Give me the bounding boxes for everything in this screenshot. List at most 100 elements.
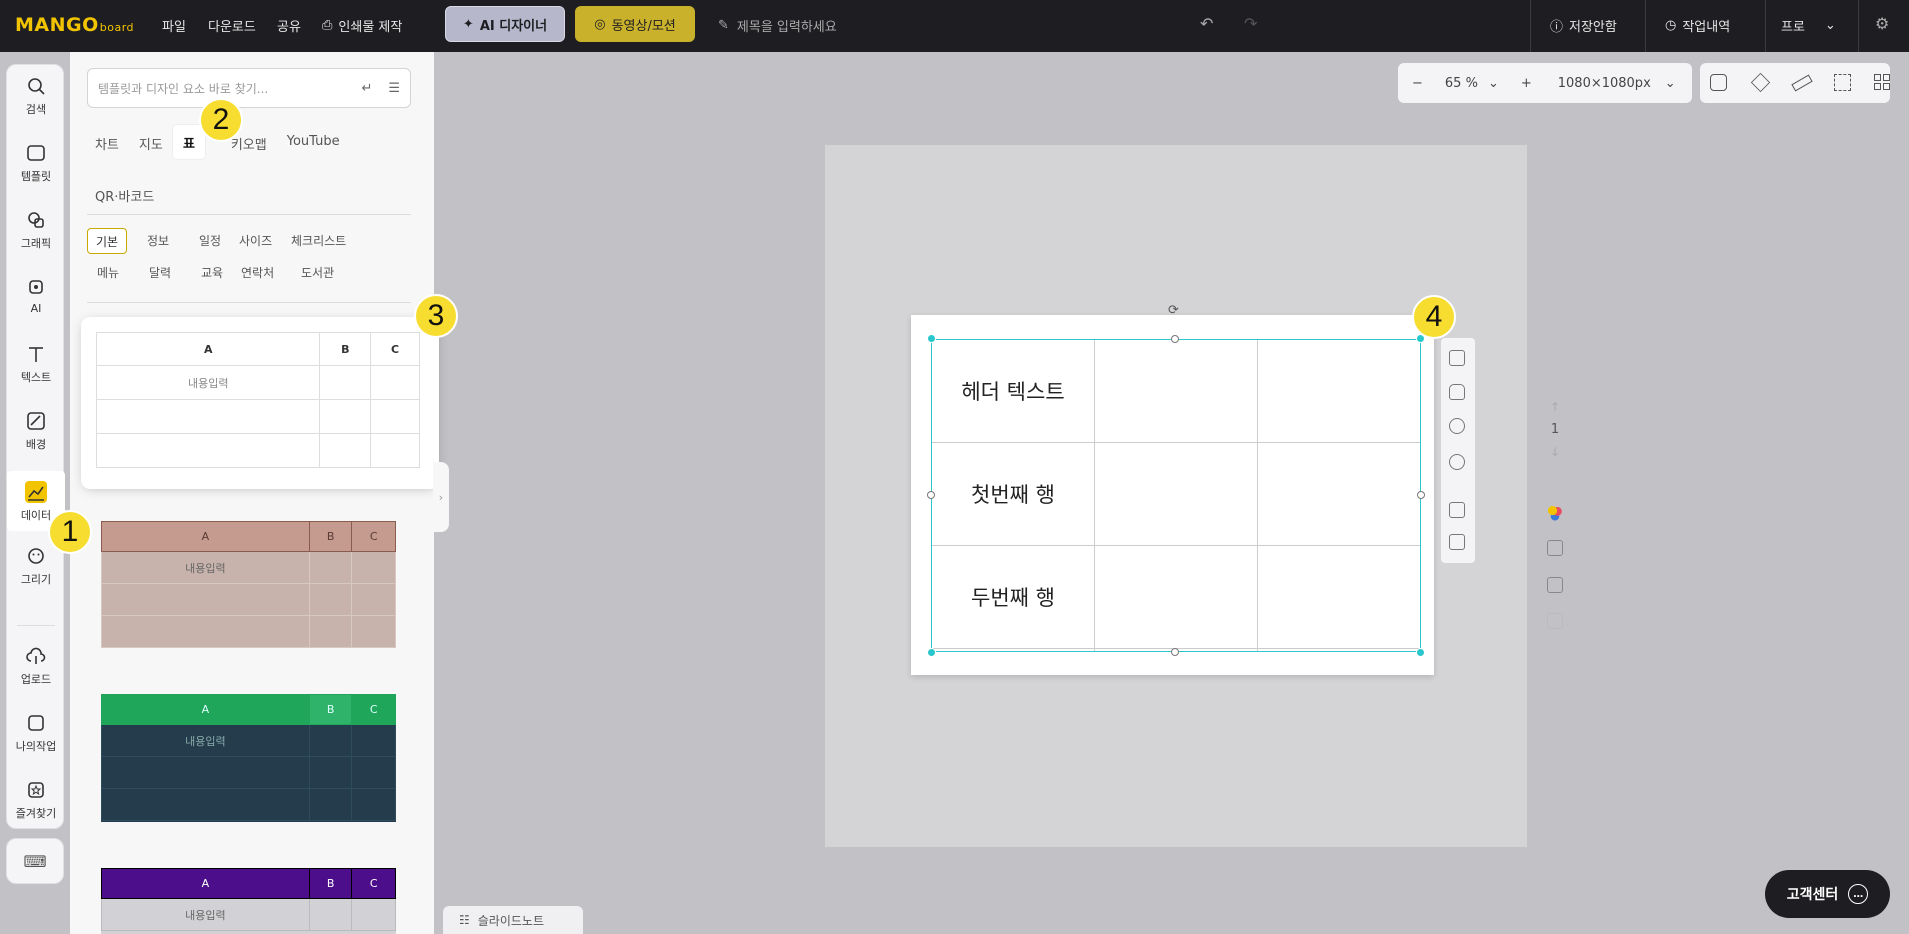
delete-page-icon[interactable] — [1547, 613, 1563, 629]
arrow-up-icon[interactable]: ↑ — [1540, 400, 1570, 414]
sticker-icon[interactable] — [1710, 74, 1727, 91]
menu-share[interactable]: 공유 — [277, 16, 301, 35]
resize-handle[interactable] — [1417, 491, 1425, 499]
divider — [1530, 0, 1531, 52]
add-page-icon[interactable] — [1547, 577, 1563, 593]
chevron-down-icon[interactable]: ⌄ — [1665, 76, 1676, 91]
nav-my-work[interactable]: 나의작업 — [7, 702, 65, 762]
selected-table[interactable]: 헤더 텍스트 첫번째 행 두번째 행 — [931, 339, 1421, 653]
tab-youtube[interactable]: YouTube — [287, 134, 340, 153]
settings-icon[interactable] — [1449, 454, 1465, 470]
nav-favorites[interactable]: 즐겨찾기 — [7, 769, 65, 829]
keyboard-shortcut-button[interactable]: ⌨ — [6, 838, 64, 884]
filter-icon[interactable]: ☰ — [388, 81, 400, 96]
nav-text[interactable]: 텍스트 — [7, 333, 65, 393]
lock-icon[interactable] — [1449, 384, 1465, 400]
resize-handle[interactable] — [1171, 335, 1179, 343]
ai-designer-button[interactable]: ✦ AI 디자이너 — [445, 6, 565, 42]
ruler-icon[interactable] — [1791, 74, 1813, 92]
table-template-purple[interactable]: ABC 내용입력 — [101, 868, 396, 934]
nav-separator — [17, 625, 55, 626]
menu-download[interactable]: 다운로드 — [208, 16, 256, 35]
grid-icon[interactable] — [1874, 74, 1881, 81]
ai-chip-icon — [29, 280, 43, 294]
zoom-out-icon[interactable]: − — [1412, 76, 1423, 91]
crop-icon[interactable] — [1834, 74, 1851, 91]
redo-icon[interactable]: ↷ — [1244, 14, 1257, 33]
table-cell[interactable] — [1257, 441, 1421, 546]
table-template-basic[interactable]: ABC 내용입력 — [84, 320, 436, 486]
table-cell[interactable] — [1257, 339, 1421, 443]
chip-schedule[interactable]: 일정 — [191, 228, 229, 254]
duplicate-icon[interactable] — [1449, 502, 1465, 518]
chip-library[interactable]: 도서관 — [293, 260, 342, 286]
menu-file[interactable]: 파일 — [162, 16, 186, 35]
color-palette-icon[interactable] — [1547, 505, 1563, 521]
chevron-right-icon: › — [438, 490, 444, 504]
copy-page-icon[interactable] — [1547, 540, 1563, 556]
template-table-preview: ABC 내용입력 — [95, 332, 420, 468]
print-button[interactable]: ⎙ 인쇄물 제작 — [322, 16, 402, 35]
mangoboard-logo[interactable]: MANGOboard — [15, 14, 134, 36]
table-cell[interactable] — [1094, 339, 1258, 443]
resize-handle[interactable] — [927, 334, 936, 343]
panel-collapse-toggle[interactable]: › — [433, 462, 449, 532]
nav-upload[interactable]: 업로드 — [7, 635, 65, 695]
nav-graphic[interactable]: 그래픽 — [7, 199, 65, 259]
tab-map[interactable]: 지도 — [139, 134, 163, 153]
nav-search[interactable]: 검색 — [7, 65, 65, 125]
plan-dropdown[interactable]: 프로 ⌄ — [1781, 16, 1836, 35]
trash-icon[interactable] — [1449, 534, 1465, 550]
arrow-down-icon[interactable]: ↓ — [1540, 445, 1570, 459]
table-cell[interactable]: 첫번째 행 — [931, 441, 1095, 546]
resize-handle[interactable] — [1171, 648, 1179, 656]
undo-icon[interactable]: ↶ — [1200, 14, 1213, 33]
save-status[interactable]: ⓘ 저장안함 — [1550, 16, 1617, 35]
table-cell[interactable] — [1257, 647, 1421, 653]
table-cell[interactable] — [1094, 544, 1258, 649]
layers-icon[interactable] — [1750, 72, 1771, 93]
nav-template[interactable]: 템플릿 — [7, 132, 65, 192]
settings-gear-icon[interactable]: ⚙ — [1875, 14, 1889, 33]
video-motion-button[interactable]: ◎ 동영상/모션 — [575, 6, 695, 42]
replace-icon[interactable] — [1449, 350, 1465, 366]
chip-contact[interactable]: 연락처 — [233, 260, 282, 286]
table-cell[interactable]: 두번째 행 — [931, 544, 1095, 649]
chip-calendar[interactable]: 달력 — [141, 260, 179, 286]
view-toolbar — [1700, 63, 1890, 103]
table-template-brown[interactable]: ABC 내용입력 — [101, 521, 396, 648]
enter-icon[interactable]: ↵ — [361, 81, 372, 96]
table-template-green[interactable]: ABC 내용입력 — [101, 694, 396, 822]
chip-size[interactable]: 사이즈 — [231, 228, 280, 254]
tab-qr-barcode[interactable]: QR·바코드 — [95, 186, 154, 205]
chip-checklist[interactable]: 체크리스트 — [283, 228, 354, 254]
resize-handle[interactable] — [927, 648, 936, 657]
rotate-handle-icon[interactable]: ⟳ — [1168, 303, 1179, 318]
history-button[interactable]: ◷ 작업내역 — [1665, 16, 1730, 35]
chevron-down-icon[interactable]: ⌄ — [1488, 76, 1499, 91]
table-cell[interactable] — [1094, 441, 1258, 546]
chip-menu[interactable]: 메뉴 — [89, 260, 127, 286]
zoom-level[interactable]: 65 % — [1445, 76, 1478, 91]
resize-handle[interactable] — [1416, 648, 1425, 657]
document-title-input[interactable]: ✎ 제목을 입력하세요 — [718, 12, 837, 38]
panel-search-input[interactable]: 템플릿과 디자인 요소 바로 찾기... ↵ ☰ — [87, 68, 411, 108]
table-cell[interactable] — [1257, 544, 1421, 649]
tab-chart[interactable]: 차트 — [95, 134, 119, 153]
nav-background[interactable]: 배경 — [7, 400, 65, 460]
tab-kiomap[interactable]: 키오맵 — [231, 134, 267, 153]
chip-basic[interactable]: 기본 — [87, 228, 128, 254]
background-icon — [27, 412, 45, 430]
customer-center-button[interactable]: 고객센터 … — [1765, 870, 1890, 918]
chip-education[interactable]: 교육 — [193, 260, 231, 286]
resize-handle[interactable] — [927, 491, 935, 499]
zoom-in-icon[interactable]: + — [1521, 76, 1532, 91]
tab-table[interactable]: 표 — [173, 125, 205, 159]
link-off-icon[interactable] — [1449, 418, 1465, 434]
table-cell[interactable] — [931, 647, 1095, 653]
slide-note-toggle[interactable]: ☷ 슬라이드노트 — [443, 906, 583, 934]
chip-info[interactable]: 정보 — [139, 228, 177, 254]
canvas-size[interactable]: 1080×1080px — [1558, 76, 1651, 91]
table-cell[interactable]: 헤더 텍스트 — [931, 339, 1095, 443]
nav-ai[interactable]: AI — [7, 266, 65, 326]
